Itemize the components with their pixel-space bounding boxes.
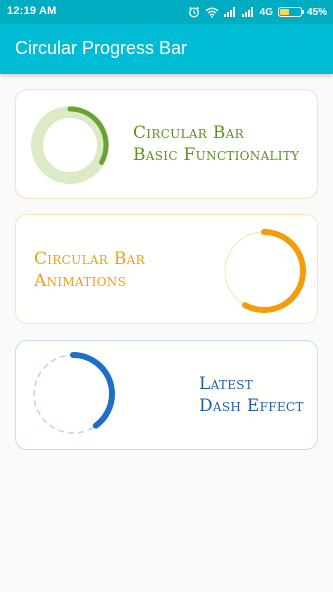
status-icons: 4G 45% [188, 4, 327, 20]
card-dash-effect[interactable]: Latest Dash Effect [15, 340, 318, 450]
wifi-icon [205, 7, 219, 18]
circular-progress-basic [31, 106, 109, 184]
circular-progress-dashed [31, 352, 115, 436]
card-title-line1: Circular Bar [133, 123, 244, 143]
battery-percent: 45% [306, 6, 327, 18]
card-title-basic: Circular Bar Basic Functionality [133, 122, 299, 166]
card-title-dash: Latest Dash Effect [199, 373, 304, 417]
card-title-line2: Animations [34, 271, 127, 291]
signal-icon [223, 7, 237, 17]
status-bar: 12:19 AM 4G 45% [0, 0, 333, 24]
app-title: Circular Progress Bar [15, 38, 188, 58]
network-type: 4G [259, 6, 273, 18]
card-title-line1: Circular Bar [34, 249, 145, 269]
card-basic-functionality[interactable]: Circular Bar Basic Functionality [15, 89, 318, 199]
card-title-line2: Dash Effect [199, 396, 304, 416]
battery-icon [277, 7, 305, 17]
status-time: 12:19 AM [7, 5, 57, 17]
card-title-line1: Latest [199, 374, 254, 394]
circular-progress-animated [222, 229, 306, 313]
signal-icon [241, 7, 255, 17]
alarm-icon [188, 6, 200, 18]
card-title-animations: Circular Bar Animations [34, 248, 145, 292]
app-bar: Circular Progress Bar [0, 24, 333, 74]
battery-level [279, 9, 289, 15]
card-title-line2: Basic Functionality [133, 145, 300, 165]
card-animations[interactable]: Circular Bar Animations [15, 214, 318, 324]
